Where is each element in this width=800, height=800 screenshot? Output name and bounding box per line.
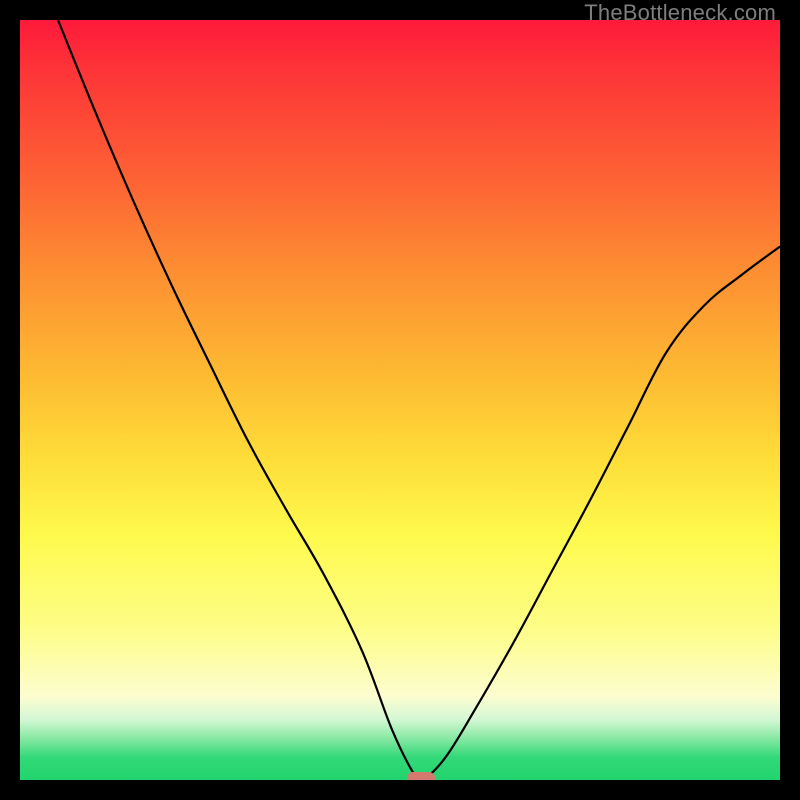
optimum-marker-icon xyxy=(407,772,435,780)
watermark-text: TheBottleneck.com xyxy=(584,0,776,26)
bottleneck-curve xyxy=(20,20,780,780)
chart-frame: TheBottleneck.com xyxy=(0,0,800,800)
plot-area xyxy=(20,20,780,780)
curve-path xyxy=(58,20,780,780)
